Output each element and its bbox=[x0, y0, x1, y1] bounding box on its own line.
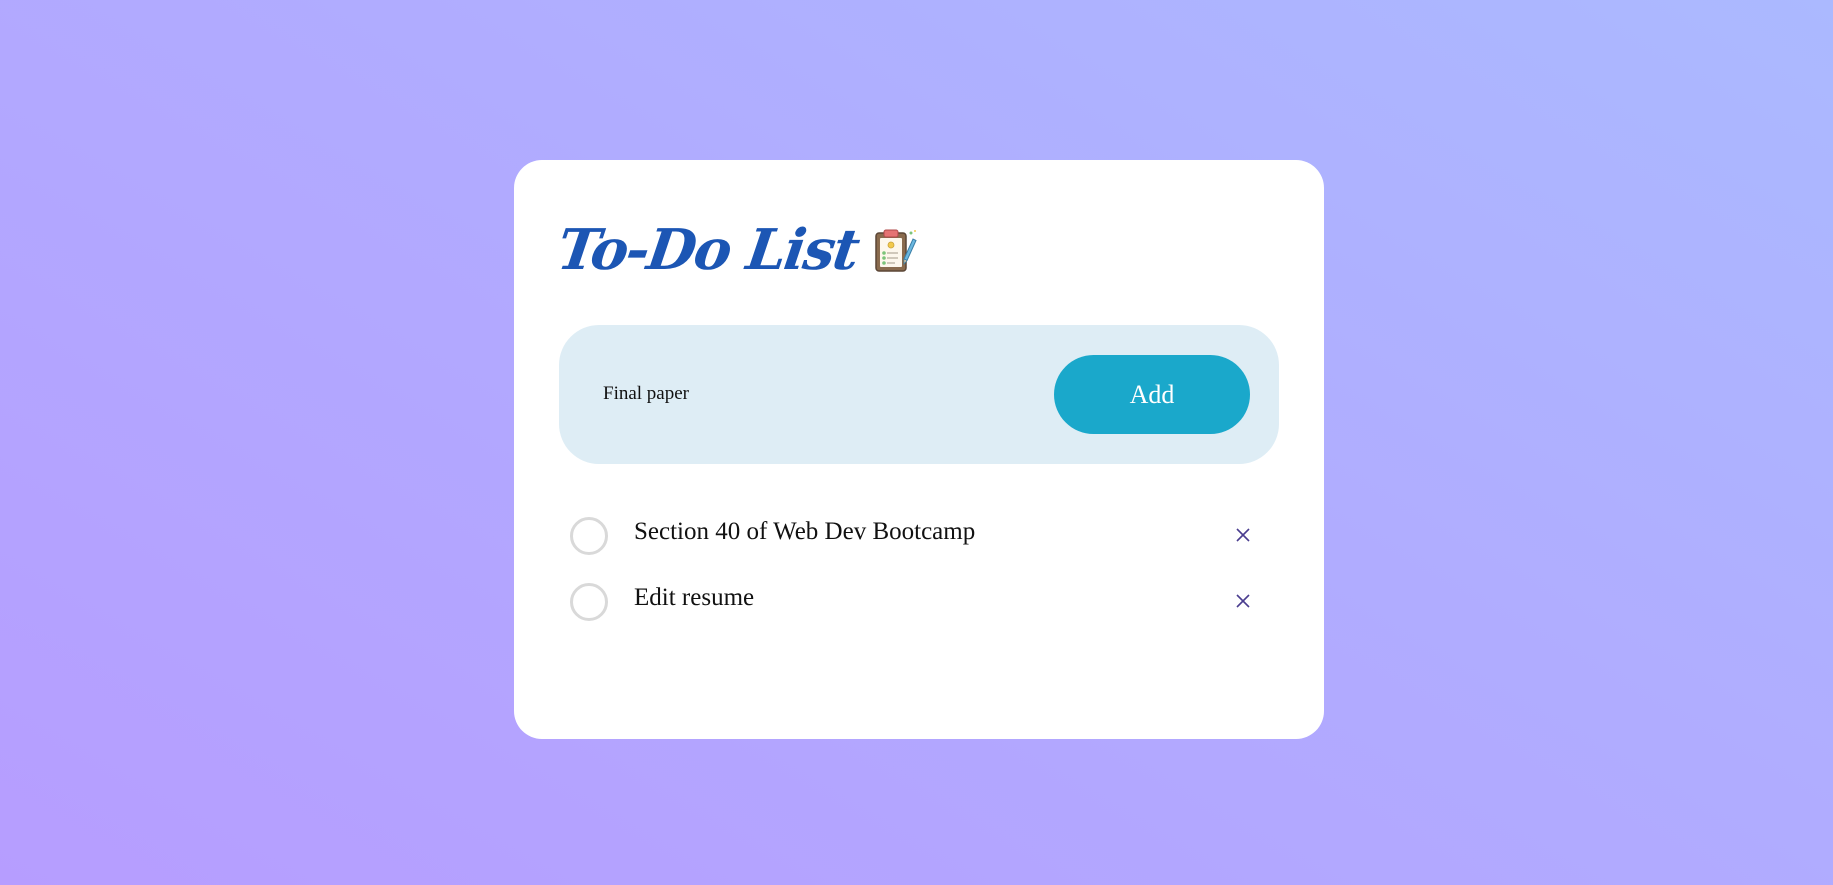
title-row: To-Do List bbox=[553, 217, 917, 283]
task-checkbox[interactable] bbox=[570, 583, 608, 621]
add-button[interactable]: Add bbox=[1054, 355, 1250, 434]
task-text[interactable]: Edit resume bbox=[634, 583, 754, 613]
clipboard-checklist-icon bbox=[873, 227, 917, 273]
todo-card: To-Do List Add bbox=[514, 160, 1324, 739]
page-title: To-Do List bbox=[553, 217, 862, 283]
close-icon[interactable] bbox=[1233, 525, 1253, 545]
close-icon[interactable] bbox=[1233, 591, 1253, 611]
list-item: Section 40 of Web Dev Bootcamp bbox=[570, 517, 1260, 583]
task-list: Section 40 of Web Dev Bootcamp Edit resu… bbox=[570, 517, 1260, 649]
list-item: Edit resume bbox=[570, 583, 1260, 649]
task-input[interactable] bbox=[603, 373, 1043, 415]
add-task-row: Add bbox=[559, 325, 1279, 464]
task-text[interactable]: Section 40 of Web Dev Bootcamp bbox=[634, 517, 975, 547]
task-checkbox[interactable] bbox=[570, 517, 608, 555]
